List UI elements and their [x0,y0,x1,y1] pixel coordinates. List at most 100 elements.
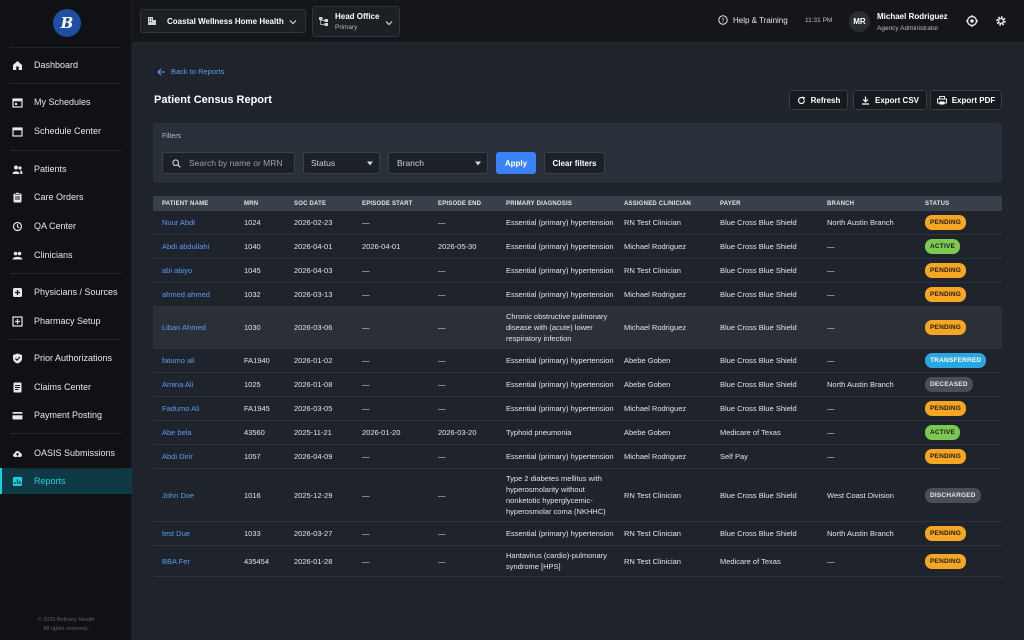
agency-selector[interactable]: Coastal Wellness Home Health [140,9,306,33]
sidebar-item-payment-posting[interactable]: Payment Posting [0,402,132,428]
soc-cell: 2025-12-29 [285,468,353,522]
start-cell: — [353,258,429,283]
clear-filters-button[interactable]: Clear filters [544,152,605,174]
divider [10,47,122,48]
branch-cell: North Austin Branch [818,211,916,235]
column-header[interactable]: EPISODE START [353,196,429,211]
table-row[interactable]: Amina Ali 1025 2026-01-08— — Essential (prim… [153,372,1002,397]
sidebar-item-label: OASIS Submissions [34,448,116,458]
table-row[interactable]: BBA Fer 435454 2026-01-28— — Hantavirus (car… [153,545,1002,577]
table-row[interactable]: abi abiyo 1045 2026-04-03— — Essential (prim… [153,258,1002,283]
sidebar-item-care-orders[interactable]: Care Orders [0,184,132,210]
office-selector[interactable]: Head Office Primary [312,6,400,37]
patient-name-link[interactable]: fatumo ali [153,348,235,373]
sidebar-item-schedule-center[interactable]: Schedule Center [0,118,132,144]
patient-name-link[interactable]: John Doe [153,468,235,522]
patient-name-link[interactable]: Abdi Dirir [153,444,235,469]
sidebar-item-prior-authorizations[interactable]: Prior Authorizations [0,345,132,371]
sidebar-item-oasis-submissions[interactable]: OASIS Submissions [0,440,132,466]
sidebar-item-reports[interactable]: Reports [0,468,132,494]
dx-cell: Essential (primary) hypertension [497,372,615,397]
column-header[interactable]: EPISODE END [429,196,497,211]
status-badge: DECEASED [925,377,973,392]
end-cell: — [429,372,497,397]
patient-name-link[interactable]: BBA Fer [153,545,235,577]
table-row[interactable]: ahmed ahmed 1032 2026-03-13— — Essential (pr… [153,282,1002,307]
column-header[interactable]: BRANCH [818,196,916,211]
table-header-row: PATIENT NAME MRN SOC DATE EPISODE START EPIS… [153,196,1002,211]
sidebar-item-patients[interactable]: Patients [0,156,132,182]
patient-name-link[interactable]: Amina Ali [153,372,235,397]
patient-name-link[interactable]: Fadumo Ali [153,396,235,421]
gear-icon[interactable] [995,15,1007,27]
status-cell: PENDING [916,545,1002,577]
clin-cell: Michael Rodriguez [615,396,711,421]
sidebar-item-clinicians[interactable]: Clinicians [0,242,132,268]
patient-name-link[interactable]: Abe bela [153,420,235,445]
dx-cell: Type 2 diabetes mellitus with hyperosmol… [497,468,615,522]
column-header[interactable]: PRIMARY DIAGNOSIS [497,196,615,211]
column-header[interactable]: MRN [235,196,285,211]
column-header[interactable]: STATUS [916,196,1002,211]
table-row[interactable]: fatumo ali FA1940 2026-01-02— — Essential (p… [153,348,1002,373]
user-info[interactable]: Michael Rodriguez Agency Administrator [877,11,948,35]
sidebar-item-my-schedules[interactable]: My Schedules [0,89,132,115]
patient-name-link[interactable]: Liban Ahmed [153,306,235,349]
refresh-button[interactable]: Refresh [789,90,848,110]
search-input[interactable]: Search by name or MRN [162,152,295,174]
sidebar-item-label: Schedule Center [34,126,102,136]
filters-heading: Filters [162,133,182,140]
patient-name-link[interactable]: test Due [153,521,235,546]
back-to-reports-link[interactable]: Back to Reports [157,67,224,76]
export-pdf-button[interactable]: Export PDF [930,90,1002,110]
sidebar-item-claims-center[interactable]: Claims Center [0,374,132,400]
target-icon[interactable] [966,15,978,27]
branch-cell: — [818,258,916,283]
sidebar-item-label: Dashboard [34,60,79,70]
status-cell: PENDING [916,444,1002,469]
branch-cell: — [818,396,916,421]
apply-button[interactable]: Apply [496,152,536,174]
branch-select[interactable]: Branch [388,152,488,174]
mrn-cell: 1033 [235,521,285,546]
sidebar-item-qa-center[interactable]: QA Center [0,213,132,239]
mrn-cell: 435454 [235,545,285,577]
status-select[interactable]: Status [303,152,380,174]
sidebar-item-physicians-sources[interactable]: Physicians / Sources [0,279,132,305]
table-row[interactable]: test Due 1033 2026-03-27— — Essential (prima… [153,521,1002,546]
sidebar-item-label: Pharmacy Setup [34,316,101,326]
dx-cell: Essential (primary) hypertension [497,234,615,259]
start-cell: — [353,396,429,421]
column-header[interactable]: PAYER [711,196,818,211]
clipboard-icon [12,191,23,203]
payer-cell: Blue Cross Blue Shield [711,521,818,546]
column-header[interactable]: ASSIGNED CLINICIAN [615,196,711,211]
sidebar-item-pharmacy-setup[interactable]: Pharmacy Setup [0,308,132,334]
start-cell: — [353,545,429,577]
table-row[interactable]: Fadumo Ali FA1945 2026-03-05— — Essential (p… [153,396,1002,421]
soc-cell: 2026-03-13 [285,282,353,307]
status-badge: PENDING [925,526,967,541]
sidebar-item-dashboard[interactable]: Dashboard [0,52,132,78]
avatar[interactable]: MR [849,11,870,32]
export-csv-button[interactable]: Export CSV [853,90,927,110]
help-training-link[interactable]: ? Help & Training [718,15,788,25]
app-logo[interactable]: B [53,9,81,37]
table-row[interactable]: Nuur Abdi 1024 2026-02-23— — Essential (prim… [153,211,1002,235]
column-header[interactable]: SOC DATE [285,196,353,211]
start-cell: — [353,372,429,397]
table-row[interactable]: Abdi abdullahi 1040 2026-04-01 2026-04-01 20… [153,234,1002,259]
patient-name-link[interactable]: Nuur Abdi [153,211,235,235]
table-row[interactable]: Liban Ahmed 1030 2026-03-06— — Chronic obstr… [153,306,1002,349]
status-badge: PENDING [925,263,967,278]
table-row[interactable]: Abdi Dirir 1057 2026-04-09— — Essential (pri… [153,444,1002,469]
column-header[interactable]: PATIENT NAME [153,196,235,211]
patient-name-link[interactable]: abi abiyo [153,258,235,283]
table-row[interactable]: John Doe 1016 2025-12-29— — Type 2 diabetes … [153,468,1002,522]
branch-cell: — [818,420,916,445]
patient-name-link[interactable]: Abdi abdullahi [153,234,235,259]
chart-icon [12,476,23,487]
patient-name-link[interactable]: ahmed ahmed [153,282,235,307]
status-select-value: Status [311,158,336,168]
table-row[interactable]: Abe bela 43560 2025-11-21 2026-01-20 2026-03… [153,420,1002,445]
